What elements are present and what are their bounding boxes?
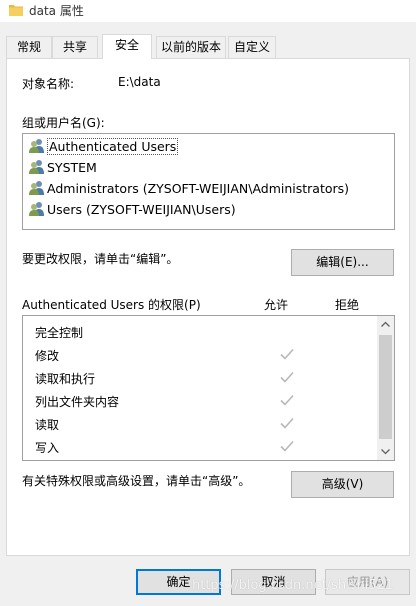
user-item-label: SYSTEM	[47, 159, 97, 175]
permission-name: 修改	[35, 349, 60, 363]
user-item-label: Administrators (ZYSOFT-WEIJIAN\Administr…	[47, 180, 350, 196]
object-name-value: E:\data	[118, 75, 161, 89]
cancel-button[interactable]: 取消	[231, 569, 316, 595]
tab-security[interactable]: 安全	[102, 34, 152, 59]
permission-row-read-execute: 读取和执行	[35, 368, 365, 388]
apply-button[interactable]: 应用(A)	[325, 569, 410, 595]
permission-name: 读取和执行	[35, 372, 96, 386]
users-group-icon	[29, 181, 44, 195]
chevron-down-icon[interactable]	[377, 443, 394, 460]
permissions-scrollbar[interactable]	[377, 316, 394, 460]
permission-row-write: 写入	[35, 437, 365, 457]
check-icon	[280, 348, 294, 360]
title-bar: data 属性	[0, 0, 416, 22]
tab-strip: 常规 共享 安全 以前的版本 自定义	[6, 34, 410, 59]
tab-sharing[interactable]: 共享	[52, 36, 98, 58]
permission-name: 读取	[35, 418, 60, 432]
check-icon	[280, 394, 294, 406]
check-icon	[280, 371, 294, 383]
permission-name: 写入	[35, 441, 60, 455]
user-item-users[interactable]: Users (ZYSOFT-WEIJIAN\Users)	[28, 199, 236, 219]
permissions-allow-header: 允许	[264, 298, 289, 312]
chevron-up-icon[interactable]	[377, 316, 394, 333]
users-group-icon	[29, 202, 44, 216]
user-item-label: Users (ZYSOFT-WEIJIAN\Users)	[47, 201, 236, 217]
permission-row-list-folder: 列出文件夹内容	[35, 391, 365, 411]
advanced-hint: 有关特殊权限或高级设置，请单击“高级”。	[22, 474, 251, 488]
check-icon	[280, 417, 294, 429]
advanced-button[interactable]: 高级(V)	[291, 471, 394, 498]
permission-name: 列出文件夹内容	[35, 395, 120, 409]
scrollbar-thumb[interactable]	[379, 335, 392, 439]
permission-row-read: 读取	[35, 414, 365, 434]
permissions-list[interactable]: 完全控制 修改 读取和执行 列出文件夹内容 读取 写入	[22, 315, 395, 461]
folder-icon	[9, 5, 23, 16]
object-name-label: 对象名称:	[22, 77, 75, 91]
check-icon	[280, 440, 294, 452]
user-item-administrators[interactable]: Administrators (ZYSOFT-WEIJIAN\Administr…	[28, 178, 349, 198]
groups-label: 组或用户名(G):	[22, 116, 105, 130]
users-group-icon	[29, 139, 44, 153]
permissions-deny-header: 拒绝	[335, 298, 360, 312]
user-item-authenticated-users[interactable]: Authenticated Users	[28, 136, 179, 156]
permission-row-full-control: 完全控制	[35, 322, 365, 342]
edit-hint: 要更改权限，请单击“编辑”。	[22, 252, 179, 266]
window-title: data 属性	[29, 4, 84, 18]
edit-button[interactable]: 编辑(E)...	[291, 249, 394, 276]
tab-general[interactable]: 常规	[6, 36, 52, 58]
user-item-label: Authenticated Users	[47, 137, 179, 155]
tab-customize[interactable]: 自定义	[228, 36, 276, 58]
user-item-system[interactable]: SYSTEM	[28, 157, 97, 177]
tab-previous-versions[interactable]: 以前的版本	[156, 36, 226, 58]
permissions-header-label: Authenticated Users 的权限(P)	[22, 298, 201, 312]
ok-button[interactable]: 确定	[136, 569, 221, 595]
permission-name: 完全控制	[35, 326, 84, 340]
users-group-icon	[29, 160, 44, 174]
permission-row-modify: 修改	[35, 345, 365, 365]
users-list[interactable]: Authenticated Users SYSTEM Administrator…	[22, 133, 395, 230]
